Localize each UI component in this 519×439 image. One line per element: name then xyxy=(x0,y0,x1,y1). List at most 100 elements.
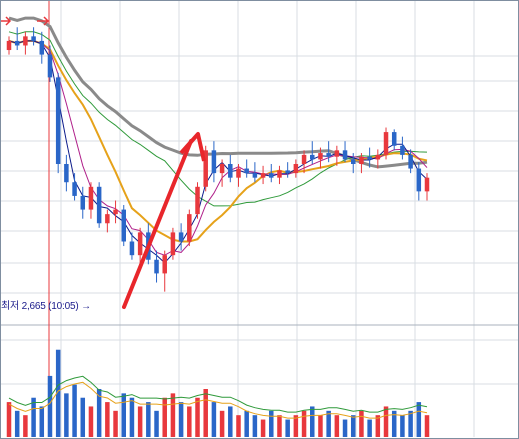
low-price-arrow-icon: → xyxy=(81,301,91,312)
volume-bar xyxy=(277,415,282,437)
candle-body xyxy=(424,177,430,192)
volume-bar xyxy=(301,410,307,437)
ma-long-line xyxy=(8,16,428,169)
candle-body xyxy=(285,170,290,174)
candle-body xyxy=(170,232,176,256)
volume-bar xyxy=(326,410,331,437)
volume-bar xyxy=(350,415,356,437)
candle-body xyxy=(350,159,356,164)
candle-body xyxy=(326,153,331,157)
volume-bar xyxy=(170,393,176,437)
volume-bar xyxy=(14,410,20,437)
volume-bar xyxy=(154,410,159,437)
candle-body xyxy=(277,170,282,178)
volume-bar xyxy=(88,406,94,437)
volume-bar xyxy=(80,397,86,437)
volume-bar xyxy=(146,402,151,437)
volume-bar xyxy=(260,419,266,437)
candle-body xyxy=(416,168,422,192)
candle-body xyxy=(162,255,167,274)
volume-bar xyxy=(39,406,45,437)
volume-bar xyxy=(310,406,315,437)
ma-mid-line xyxy=(8,40,428,256)
volume-bar xyxy=(6,402,12,437)
low-price-text: 최저 2,665 (10:05) xyxy=(1,301,79,312)
candle-body xyxy=(195,186,200,215)
candle-body xyxy=(211,150,217,174)
candle-body xyxy=(391,132,397,146)
volume-bar xyxy=(72,384,77,437)
candle-body xyxy=(236,168,241,178)
candle-body xyxy=(39,40,45,55)
volume-bar xyxy=(178,402,184,437)
volume-bar xyxy=(228,406,233,437)
volume-bar xyxy=(105,402,110,437)
volume-ma-green-line xyxy=(8,375,428,413)
candle-body xyxy=(301,154,307,164)
candle-body xyxy=(47,54,53,78)
volume-bar xyxy=(47,375,53,437)
candle-body xyxy=(359,156,364,164)
price-chart[interactable] xyxy=(1,1,518,438)
volume-bar xyxy=(203,389,208,437)
left-edge-arrow-icon xyxy=(1,16,12,26)
candle-body xyxy=(80,195,86,210)
volume-bar xyxy=(129,397,135,437)
candle-body xyxy=(318,153,323,160)
volume-bar xyxy=(187,406,192,437)
candle-body xyxy=(121,209,126,242)
candle-body xyxy=(187,214,192,242)
candle-body xyxy=(310,154,315,160)
volume-bar xyxy=(23,415,28,437)
candle-body xyxy=(408,154,413,169)
candle-body xyxy=(260,173,266,178)
volume-bar xyxy=(424,415,430,437)
ma-short-line xyxy=(8,40,428,264)
candle-body xyxy=(64,164,69,183)
volume-bar xyxy=(318,415,323,437)
volume-bar xyxy=(31,397,36,437)
candle-body xyxy=(72,182,77,196)
volume-bar xyxy=(64,393,69,437)
candle-body xyxy=(113,209,118,215)
candle-body xyxy=(129,241,135,256)
candle-body xyxy=(88,186,94,210)
volume-ma-orange-line xyxy=(8,381,428,419)
chart-window: 최저 2,665 (10:05) → xyxy=(0,0,519,439)
volume-bar xyxy=(334,415,340,437)
volume-bar xyxy=(359,410,364,437)
volume-bar xyxy=(236,415,241,437)
candle-body xyxy=(154,259,159,274)
volume-bar xyxy=(211,402,217,437)
ma-green-line xyxy=(8,31,428,207)
volume-bar xyxy=(342,419,348,437)
low-price-label: 최저 2,665 (10:05) → xyxy=(1,297,91,312)
candle-body xyxy=(55,77,61,164)
volume-bar xyxy=(113,410,118,437)
candle-body xyxy=(252,173,258,178)
volume-bar xyxy=(219,410,225,437)
candle-body xyxy=(342,150,348,160)
candle-body xyxy=(23,36,28,46)
candle-body xyxy=(228,164,233,178)
candle-body xyxy=(334,150,340,157)
volume-bar xyxy=(244,410,249,437)
candle-body xyxy=(367,156,372,160)
volume-bar xyxy=(367,419,372,437)
volume-bar xyxy=(416,402,422,437)
candle-body xyxy=(400,145,405,155)
volume-bar xyxy=(408,410,413,437)
volume-bar xyxy=(162,397,167,437)
volume-bar xyxy=(195,397,200,437)
candle-body xyxy=(14,40,20,46)
candle-body xyxy=(293,164,299,174)
volume-bar xyxy=(383,406,389,437)
candle-body xyxy=(6,40,12,51)
volume-bar xyxy=(285,419,290,437)
candle-body xyxy=(375,154,381,160)
candle-body xyxy=(105,214,110,224)
candle-body xyxy=(219,164,225,174)
volume-bar xyxy=(137,406,143,437)
candle-body xyxy=(96,186,102,224)
candle-body xyxy=(137,232,143,256)
